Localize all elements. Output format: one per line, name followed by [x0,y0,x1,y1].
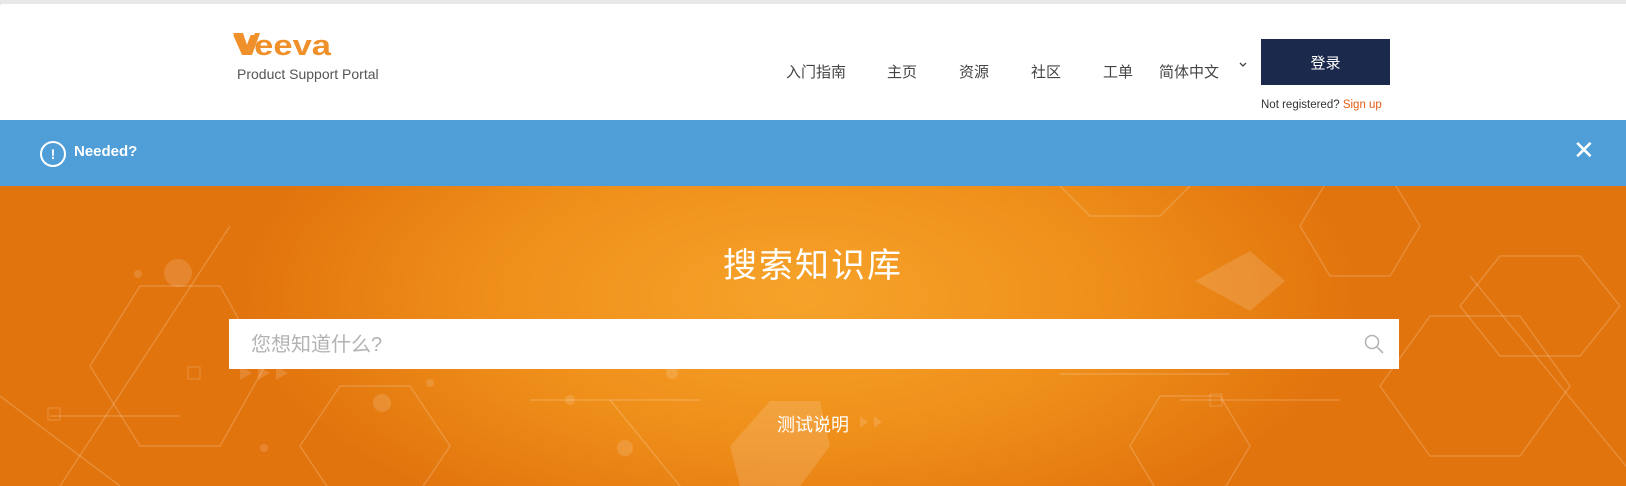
register-prompt: Not registered? Sign up [1261,99,1382,111]
search-bar [229,319,1399,371]
veeva-logo[interactable]: Veeva [233,29,333,57]
nav-item-resources[interactable]: 资源 [959,61,989,82]
signup-link[interactable]: Sign up [1343,99,1382,111]
alert-circle-icon: ! [40,141,66,167]
notice-banner: ! Needed? ✕ [0,120,1626,186]
search-hero: 搜索知识库 测试说明 [0,186,1626,486]
search-icon[interactable] [1363,333,1385,360]
nav-item-home[interactable]: 主页 [887,61,917,82]
chevron-down-icon[interactable] [1238,60,1248,73]
notice-text: Needed? [74,143,138,160]
nav-item-getting-started[interactable]: 入门指南 [786,61,846,82]
close-icon[interactable]: ✕ [1573,137,1595,163]
language-selector[interactable]: 简体中文 [1159,61,1219,82]
register-text: Not registered? [1261,99,1340,111]
top-border [0,0,1626,4]
search-input[interactable] [249,319,1333,371]
veeva-logo-mark: Veeva [233,30,332,57]
test-instructions-link[interactable]: 测试说明 [0,411,1626,437]
logo-text: Veeva [233,30,332,57]
nav-item-tickets[interactable]: 工单 [1103,61,1133,82]
login-button[interactable]: 登录 [1261,39,1390,85]
site-header: Veeva Product Support Portal 入门指南 主页 资源 … [0,5,1626,120]
hero-title: 搜索知识库 [723,247,903,285]
nav-item-community[interactable]: 社区 [1031,61,1061,82]
